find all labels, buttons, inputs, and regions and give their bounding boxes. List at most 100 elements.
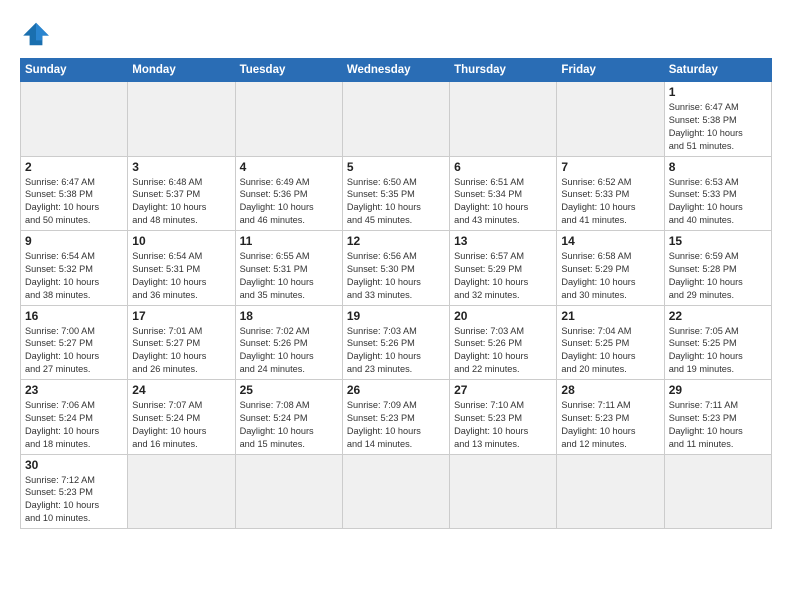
day-cell: 10 Sunrise: 6:54 AMSunset: 5:31 PMDayligh… [128,231,235,306]
weekday-header-friday: Friday [557,59,664,82]
day-info: Sunrise: 6:48 AMSunset: 5:37 PMDaylight:… [132,176,230,228]
day-cell: 29Sunrise: 7:11 AMSunset: 5:23 PMDayligh… [664,380,771,455]
day-info: Sunrise: 6:52 AMSunset: 5:33 PMDaylight:… [561,176,659,228]
day-cell: 1 Sunrise: 6:47 AMSunset: 5:38 PMDaylight… [664,82,771,157]
day-number: 7 [561,160,659,174]
day-number: 27 [454,383,552,397]
day-cell: 14 Sunrise: 6:58 AMSunset: 5:29 PMDayligh… [557,231,664,306]
day-cell: 5 Sunrise: 6:50 AMSunset: 5:35 PMDaylight… [342,156,449,231]
day-cell [342,454,449,529]
day-cell: 22Sunrise: 7:05 AMSunset: 5:25 PMDayligh… [664,305,771,380]
day-number: 20 [454,309,552,323]
day-info: Sunrise: 6:47 AMSunset: 5:38 PMDaylight:… [25,176,123,228]
day-cell: 7 Sunrise: 6:52 AMSunset: 5:33 PMDaylight… [557,156,664,231]
day-cell: 8 Sunrise: 6:53 AMSunset: 5:33 PMDaylight… [664,156,771,231]
day-cell: 26Sunrise: 7:09 AMSunset: 5:23 PMDayligh… [342,380,449,455]
day-info: Sunrise: 6:54 AMSunset: 5:32 PMDaylight:… [25,250,123,302]
day-info: Sunrise: 7:04 AMSunset: 5:25 PMDaylight:… [561,325,659,377]
day-number: 8 [669,160,767,174]
day-number: 18 [240,309,338,323]
day-number: 30 [25,458,123,472]
day-number: 1 [669,85,767,99]
day-cell: 28 Sunrise: 7:11 AMSunset: 5:23 PMDayligh… [557,380,664,455]
day-cell: 12 Sunrise: 6:56 AMSunset: 5:30 PMDayligh… [342,231,449,306]
day-cell: 6 Sunrise: 6:51 AMSunset: 5:34 PMDaylight… [450,156,557,231]
weekday-header-row: SundayMondayTuesdayWednesdayThursdayFrid… [21,59,772,82]
weekday-header-tuesday: Tuesday [235,59,342,82]
day-cell: 24 Sunrise: 7:07 AMSunset: 5:24 PMDayligh… [128,380,235,455]
day-info: Sunrise: 7:11 AMSunset: 5:23 PMDaylight:… [561,399,659,451]
day-number: 24 [132,383,230,397]
day-cell: 13 Sunrise: 6:57 AMSunset: 5:29 PMDayligh… [450,231,557,306]
day-info: Sunrise: 6:58 AMSunset: 5:29 PMDaylight:… [561,250,659,302]
day-number: 12 [347,234,445,248]
day-info: Sunrise: 7:02 AMSunset: 5:26 PMDaylight:… [240,325,338,377]
day-cell: 25Sunrise: 7:08 AMSunset: 5:24 PMDayligh… [235,380,342,455]
weekday-header-monday: Monday [128,59,235,82]
day-number: 10 [132,234,230,248]
day-cell: 3Sunrise: 6:48 AMSunset: 5:37 PMDaylight… [128,156,235,231]
day-number: 13 [454,234,552,248]
day-info: Sunrise: 6:57 AMSunset: 5:29 PMDaylight:… [454,250,552,302]
day-info: Sunrise: 7:11 AMSunset: 5:23 PMDaylight:… [669,399,767,451]
day-info: Sunrise: 7:01 AMSunset: 5:27 PMDaylight:… [132,325,230,377]
day-cell: 16 Sunrise: 7:00 AMSunset: 5:27 PMDayligh… [21,305,128,380]
day-number: 25 [240,383,338,397]
day-cell: 2 Sunrise: 6:47 AMSunset: 5:38 PMDaylight… [21,156,128,231]
logo-icon [20,18,52,50]
day-cell: 18 Sunrise: 7:02 AMSunset: 5:26 PMDayligh… [235,305,342,380]
day-cell [557,82,664,157]
day-info: Sunrise: 6:50 AMSunset: 5:35 PMDaylight:… [347,176,445,228]
day-info: Sunrise: 7:12 AMSunset: 5:23 PMDaylight:… [25,474,123,526]
day-cell: 27 Sunrise: 7:10 AMSunset: 5:23 PMDayligh… [450,380,557,455]
day-info: Sunrise: 6:54 AMSunset: 5:31 PMDaylight:… [132,250,230,302]
day-cell: 21Sunrise: 7:04 AMSunset: 5:25 PMDayligh… [557,305,664,380]
day-info: Sunrise: 6:53 AMSunset: 5:33 PMDaylight:… [669,176,767,228]
day-number: 19 [347,309,445,323]
day-cell [664,454,771,529]
day-info: Sunrise: 7:03 AMSunset: 5:26 PMDaylight:… [454,325,552,377]
day-info: Sunrise: 7:03 AMSunset: 5:26 PMDaylight:… [347,325,445,377]
week-row-1: 2 Sunrise: 6:47 AMSunset: 5:38 PMDaylight… [21,156,772,231]
week-row-4: 23 Sunrise: 7:06 AMSunset: 5:24 PMDayligh… [21,380,772,455]
day-cell [450,82,557,157]
day-number: 28 [561,383,659,397]
day-info: Sunrise: 6:51 AMSunset: 5:34 PMDaylight:… [454,176,552,228]
day-cell [342,82,449,157]
week-row-0: 1 Sunrise: 6:47 AMSunset: 5:38 PMDaylight… [21,82,772,157]
week-row-2: 9 Sunrise: 6:54 AMSunset: 5:32 PMDaylight… [21,231,772,306]
day-number: 2 [25,160,123,174]
day-number: 14 [561,234,659,248]
day-cell: 15 Sunrise: 6:59 AMSunset: 5:28 PMDayligh… [664,231,771,306]
day-number: 16 [25,309,123,323]
day-info: Sunrise: 6:49 AMSunset: 5:36 PMDaylight:… [240,176,338,228]
day-cell: 19 Sunrise: 7:03 AMSunset: 5:26 PMDayligh… [342,305,449,380]
day-cell [235,454,342,529]
day-info: Sunrise: 7:10 AMSunset: 5:23 PMDaylight:… [454,399,552,451]
day-info: Sunrise: 6:47 AMSunset: 5:38 PMDaylight:… [669,101,767,153]
day-info: Sunrise: 7:06 AMSunset: 5:24 PMDaylight:… [25,399,123,451]
weekday-header-thursday: Thursday [450,59,557,82]
day-info: Sunrise: 6:55 AMSunset: 5:31 PMDaylight:… [240,250,338,302]
day-number: 23 [25,383,123,397]
day-cell [235,82,342,157]
header [20,18,772,50]
weekday-header-sunday: Sunday [21,59,128,82]
page: SundayMondayTuesdayWednesdayThursdayFrid… [0,0,792,612]
day-info: Sunrise: 6:56 AMSunset: 5:30 PMDaylight:… [347,250,445,302]
day-cell: 20 Sunrise: 7:03 AMSunset: 5:26 PMDayligh… [450,305,557,380]
calendar-table: SundayMondayTuesdayWednesdayThursdayFrid… [20,58,772,529]
day-number: 4 [240,160,338,174]
day-cell [450,454,557,529]
day-info: Sunrise: 7:09 AMSunset: 5:23 PMDaylight:… [347,399,445,451]
day-info: Sunrise: 6:59 AMSunset: 5:28 PMDaylight:… [669,250,767,302]
day-number: 5 [347,160,445,174]
day-number: 15 [669,234,767,248]
day-info: Sunrise: 7:07 AMSunset: 5:24 PMDaylight:… [132,399,230,451]
logo [20,18,56,50]
day-number: 9 [25,234,123,248]
day-info: Sunrise: 7:00 AMSunset: 5:27 PMDaylight:… [25,325,123,377]
day-cell [128,454,235,529]
day-number: 6 [454,160,552,174]
day-cell: 17Sunrise: 7:01 AMSunset: 5:27 PMDayligh… [128,305,235,380]
